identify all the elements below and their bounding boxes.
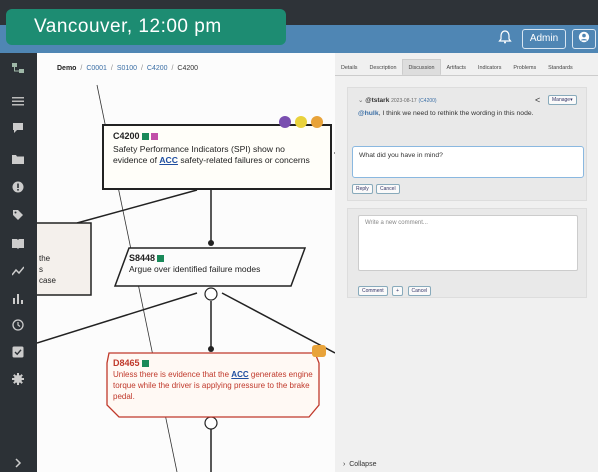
comment-ref[interactable]: (C4200) <box>419 98 437 104</box>
new-comment-actions: Comment + Cancel <box>358 279 432 297</box>
chevron-down-icon[interactable]: ⌄ <box>358 97 363 104</box>
tab-indicators[interactable]: Indicators <box>472 59 507 75</box>
collapse-toggle[interactable]: › Collapse <box>335 458 598 472</box>
tab-description[interactable]: Description <box>363 59 402 75</box>
reply-button[interactable]: Reply <box>352 184 373 194</box>
node-text: Safety Performance Indicators (SPI) show… <box>113 144 310 165</box>
node-id: D8465 <box>113 358 140 368</box>
tab-artifacts[interactable]: Artifacts <box>441 59 472 75</box>
node-s8448[interactable]: S8448 Argue over identified failure mode… <box>129 253 299 275</box>
status-square <box>150 133 158 141</box>
acc-link[interactable]: ACC <box>231 370 248 379</box>
node-d8465[interactable]: D8465 Unless there is evidence that the … <box>113 358 313 402</box>
diagram-canvas[interactable]: Demo / C0001 / S0100 / C4200 / C4200 C42… <box>37 53 335 472</box>
manage-button[interactable]: Manage▾ <box>548 95 577 105</box>
comment-header: ⌄ @tstark 2023-08-17 (C4200) <box>358 96 437 104</box>
mention[interactable]: @hulk <box>358 110 379 117</box>
status-square <box>141 133 149 141</box>
tab-discussion[interactable]: Discussion <box>402 59 441 75</box>
comment-body: @hulk, I think we need to rethink the wo… <box>358 110 534 117</box>
bell-icon[interactable] <box>494 30 516 48</box>
reply-input[interactable]: What did you have in mind? <box>352 146 584 178</box>
new-comment-panel: Write a new comment... Comment + Cancel <box>347 208 587 298</box>
comment-author: @tstark <box>365 97 390 104</box>
comment-timestamp: 2023-08-17 <box>391 98 417 104</box>
alert-icon[interactable] <box>8 178 28 196</box>
tab-bar: Details Description Discussion Artifacts… <box>335 59 598 76</box>
comment-button[interactable]: Comment <box>358 286 388 296</box>
details-panel: Details Description Discussion Artifacts… <box>335 53 598 472</box>
comment-thread: ⌄ @tstark 2023-08-17 (C4200) < Manage▾ @… <box>347 87 587 201</box>
menu-icon[interactable] <box>8 92 28 110</box>
cancel-new-button[interactable]: Cancel <box>407 286 432 296</box>
chevron-right-icon[interactable] <box>8 454 28 472</box>
new-comment-input[interactable]: Write a new comment... <box>358 215 578 271</box>
history-icon[interactable] <box>8 316 28 334</box>
status-square <box>157 255 165 263</box>
node-text: Argue over identified failure modes <box>129 264 261 274</box>
book-icon[interactable] <box>8 234 28 252</box>
chevron-right-icon: › <box>343 461 346 468</box>
folder-icon[interactable] <box>8 150 28 168</box>
user-icon[interactable] <box>572 29 596 49</box>
timezone-overlay: Vancouver, 12:00 pm <box>6 9 286 45</box>
status-square <box>141 360 149 368</box>
comments-icon[interactable] <box>8 119 28 137</box>
node-text: Unless there is evidence that the ACC ge… <box>113 370 313 401</box>
gear-icon[interactable] <box>8 370 28 388</box>
trend-icon[interactable] <box>8 262 28 280</box>
tab-details[interactable]: Details <box>335 59 363 75</box>
share-icon[interactable]: < <box>535 95 540 105</box>
acc-link[interactable]: ACC <box>159 155 178 165</box>
node-c4200[interactable]: C4200 Safety Performance Indicators (SPI… <box>105 127 329 170</box>
sidebar <box>0 53 37 472</box>
node-id: S8448 <box>129 253 156 263</box>
checklist-icon[interactable] <box>8 343 28 361</box>
admin-button[interactable]: Admin <box>522 29 566 49</box>
add-button[interactable]: + <box>392 286 404 296</box>
hierarchy-icon[interactable] <box>8 59 28 77</box>
tab-problems[interactable]: Problems <box>507 59 542 75</box>
node-id: C4200 <box>113 131 140 141</box>
node-partial-left[interactable]: the s case <box>39 253 56 286</box>
bar-chart-icon[interactable] <box>8 289 28 307</box>
cancel-button[interactable]: Cancel <box>376 184 400 194</box>
tab-standards[interactable]: Standards <box>542 59 579 75</box>
tag-icon[interactable] <box>8 206 28 224</box>
